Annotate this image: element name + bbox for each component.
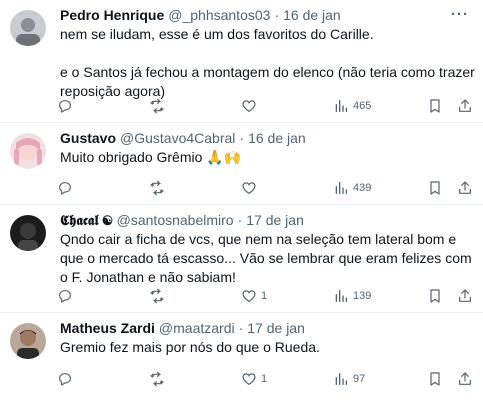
retweet-icon [150, 98, 164, 114]
author-handle[interactable]: @Gustavo4Cabral [120, 128, 235, 148]
share-icon [459, 289, 471, 302]
like-button[interactable] [241, 96, 261, 116]
tweet-actions: 465 [0, 96, 483, 116]
share-icon [459, 99, 471, 112]
like-icon [242, 373, 256, 386]
like-button[interactable]: 1 [241, 369, 267, 389]
bookmark-button[interactable] [427, 369, 443, 389]
like-count: 1 [261, 373, 268, 385]
reply-button[interactable] [57, 178, 77, 198]
timestamp[interactable]: 17 de jan [246, 210, 304, 230]
tweet[interactable]: Matheus Zardi @maatzardi · 17 de jan Gre… [0, 313, 483, 403]
timestamp[interactable]: 17 de jan [247, 318, 305, 338]
tweet[interactable]: Pedro Henrique @_phhsantos03 · 16 de jan… [0, 0, 483, 123]
avatar[interactable] [10, 215, 46, 251]
avatar-image [10, 133, 46, 169]
retweet-icon [150, 288, 164, 304]
reply-button[interactable] [57, 286, 77, 306]
bookmark-button[interactable] [427, 96, 443, 116]
bookmark-button[interactable] [427, 286, 443, 306]
tweet-text: nem se iludam, esse é um dos favoritos d… [60, 26, 475, 99]
bookmark-icon [430, 289, 440, 303]
views-count: 439 [353, 182, 372, 194]
share-button[interactable] [457, 96, 473, 116]
avatar[interactable] [10, 133, 46, 169]
views-button[interactable]: 97 [333, 369, 365, 389]
avatar[interactable] [10, 10, 46, 46]
reply-button[interactable] [57, 96, 77, 116]
separator-dot: · [239, 130, 245, 146]
views-count: 97 [353, 373, 366, 385]
like-icon [242, 100, 256, 113]
timestamp[interactable]: 16 de jan [283, 5, 341, 25]
views-button[interactable]: 139 [333, 286, 371, 306]
like-icon [242, 182, 256, 195]
share-icon [459, 181, 471, 194]
tweet-actions: 1 139 [0, 286, 483, 306]
author-handle[interactable]: @_phhsantos03 [168, 5, 270, 25]
separator-dot: · [274, 7, 280, 23]
avatar[interactable] [10, 323, 46, 359]
views-icon [335, 100, 347, 112]
views-count: 139 [353, 290, 372, 302]
avatar-image [10, 323, 46, 359]
author-name[interactable]: 𝕮𝖍𝖆𝖈𝖆𝖑 ☯ [60, 210, 113, 230]
tweet[interactable]: Gustavo @Gustavo4Cabral · 16 de jan Muit… [0, 123, 483, 205]
reply-icon [59, 100, 71, 114]
author-name[interactable]: Gustavo [60, 128, 116, 148]
share-button[interactable] [457, 178, 473, 198]
retweet-button[interactable] [149, 286, 169, 306]
retweet-icon [150, 180, 164, 196]
reply-button[interactable] [57, 369, 77, 389]
reply-icon [59, 373, 71, 387]
avatar-image [10, 215, 46, 251]
tweet-actions: 1 97 [0, 369, 483, 389]
views-count: 465 [353, 100, 372, 112]
avatar-image [10, 10, 46, 46]
retweet-button[interactable] [149, 369, 169, 389]
share-button[interactable] [457, 369, 473, 389]
tweet-header: Pedro Henrique @_phhsantos03 · 16 de jan [60, 0, 465, 25]
tweet-header: Matheus Zardi @maatzardi · 17 de jan [60, 313, 465, 338]
like-icon [242, 290, 256, 303]
reply-icon [59, 182, 71, 196]
separator-dot: · [238, 320, 244, 336]
author-handle[interactable]: @maatzardi [159, 318, 235, 338]
views-button[interactable]: 439 [333, 178, 371, 198]
tweet-text: Qndo cair a ficha de vcs, que nem na sel… [60, 231, 476, 285]
like-button[interactable]: 1 [241, 286, 267, 306]
retweet-button[interactable] [149, 178, 169, 198]
retweet-icon [150, 371, 164, 387]
like-button[interactable] [241, 178, 261, 198]
like-count: 1 [261, 290, 268, 302]
retweet-button[interactable] [149, 96, 169, 116]
bookmark-icon [430, 372, 440, 386]
author-handle[interactable]: @santosnabelmiro [117, 210, 234, 230]
views-icon [335, 182, 347, 194]
tweet-header: Gustavo @Gustavo4Cabral · 16 de jan [60, 123, 465, 148]
tweet-actions: 439 [0, 178, 483, 198]
separator-dot: · [237, 212, 243, 228]
bookmark-icon [430, 99, 440, 113]
share-icon [459, 372, 471, 385]
tweet[interactable]: 𝕮𝖍𝖆𝖈𝖆𝖑 ☯ @santosnabelmiro · 17 de jan Qn… [0, 205, 483, 313]
views-icon [335, 290, 347, 302]
reply-icon [59, 290, 71, 304]
bookmark-icon [430, 181, 440, 195]
tweet-text: Muito obrigado Grêmio 🙏🙌 [60, 149, 242, 165]
bookmark-button[interactable] [427, 178, 443, 198]
author-name[interactable]: Pedro Henrique [60, 5, 164, 25]
more-options-icon[interactable]: ··· [451, 6, 469, 23]
timestamp[interactable]: 16 de jan [248, 128, 306, 148]
views-button[interactable]: 465 [333, 96, 371, 116]
tweet-text: Gremio fez mais por nós do que o Rueda. [60, 339, 320, 355]
share-button[interactable] [457, 286, 473, 306]
tweet-header: 𝕮𝖍𝖆𝖈𝖆𝖑 ☯ @santosnabelmiro · 17 de jan [60, 205, 465, 230]
author-name[interactable]: Matheus Zardi [60, 318, 155, 338]
views-icon [335, 373, 347, 385]
